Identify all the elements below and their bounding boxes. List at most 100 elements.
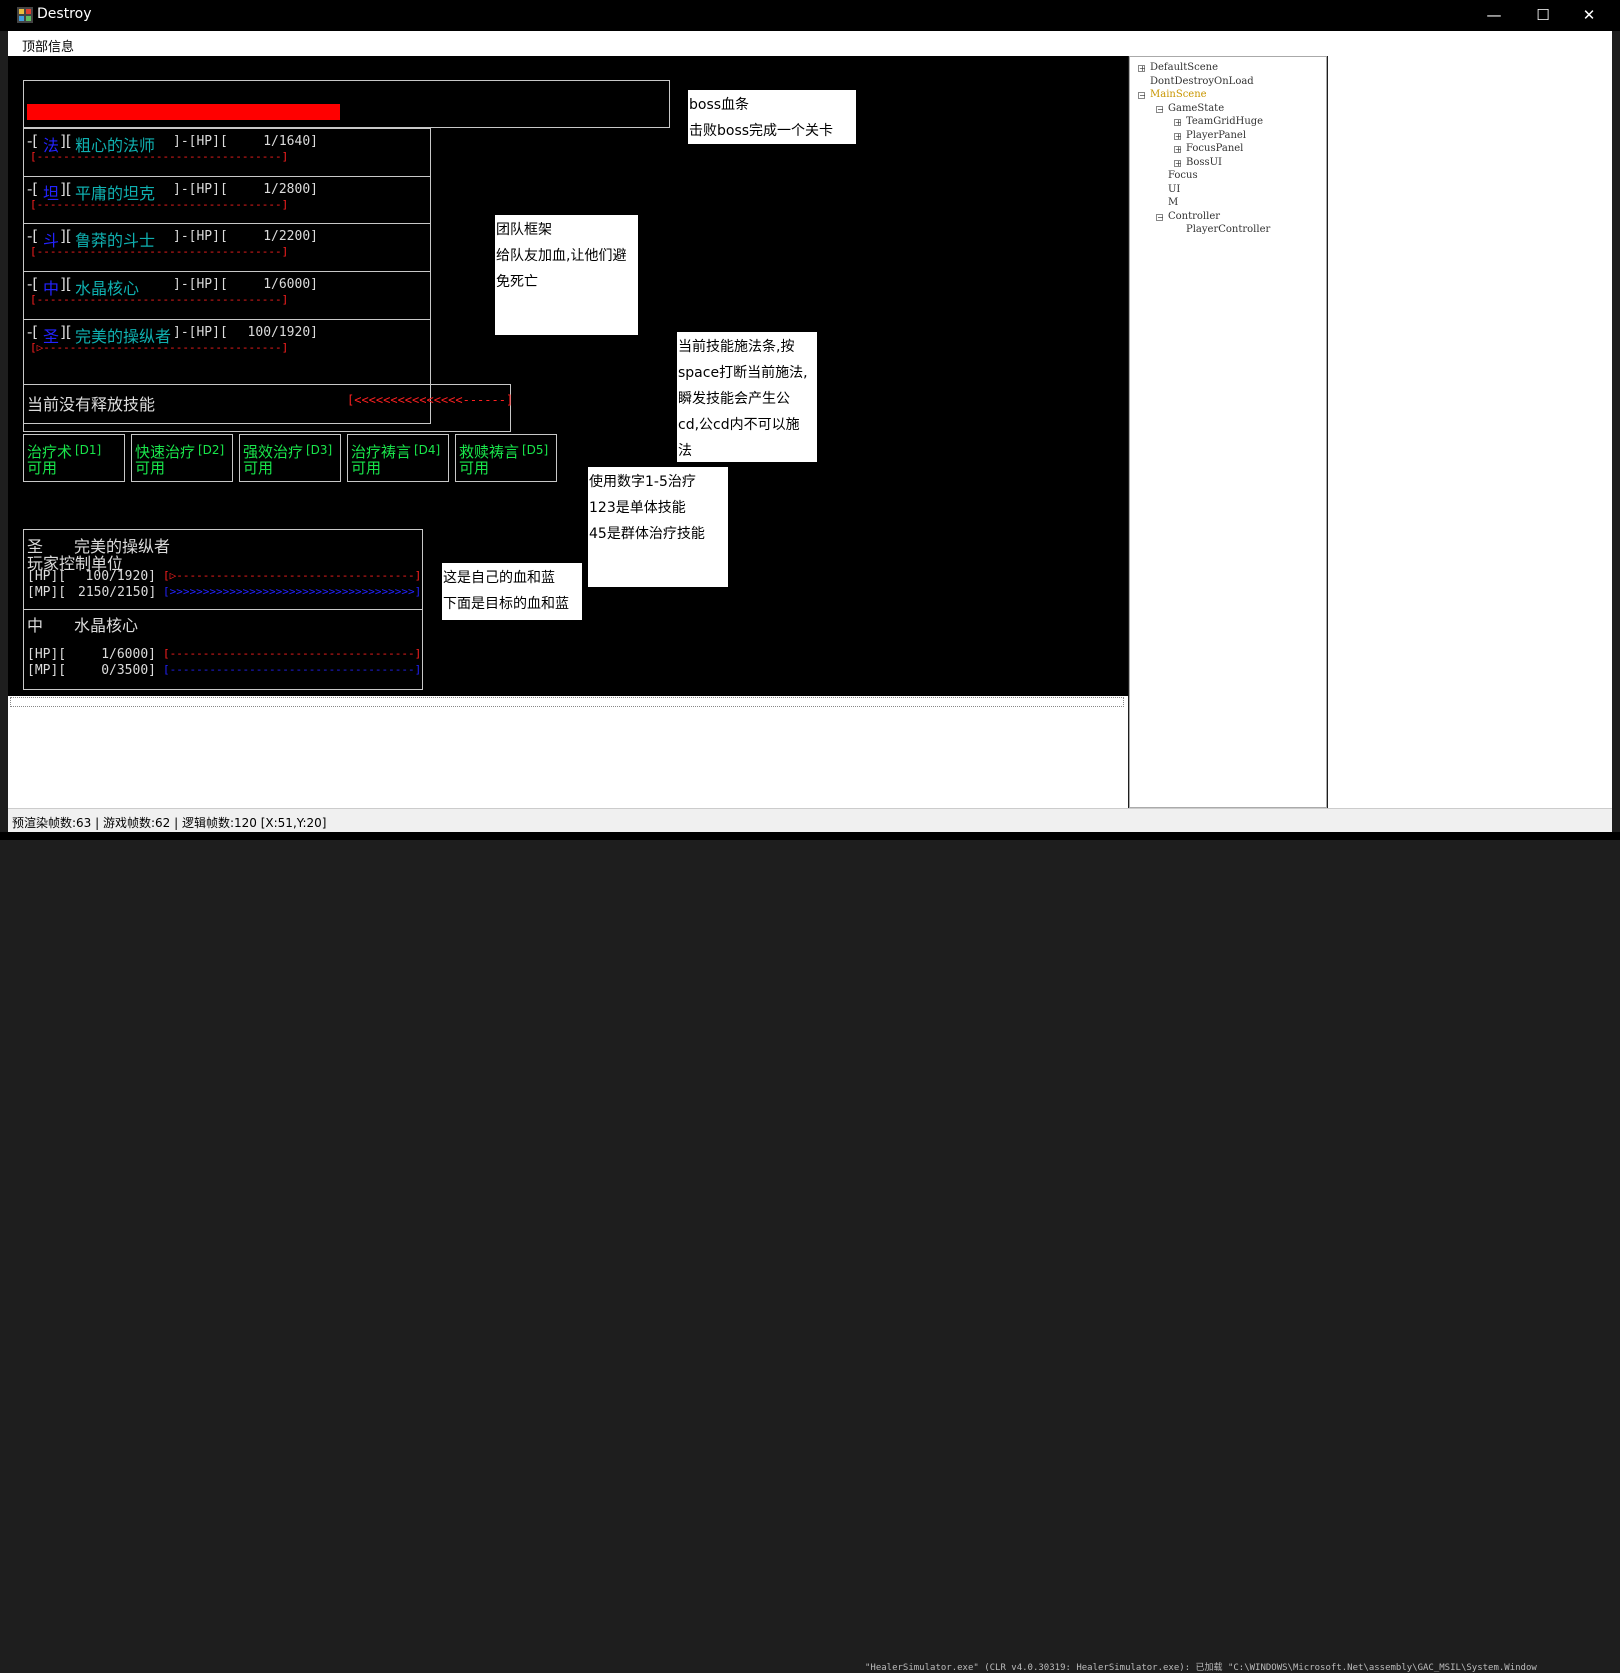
collapse-icon[interactable]: − [1156, 105, 1164, 113]
divider [23, 319, 431, 320]
member-hp-label: ]-[HP][ [173, 134, 228, 149]
minimize-button[interactable]: — [1471, 0, 1517, 31]
tree-node[interactable]: BossUI [1186, 157, 1222, 168]
tree-node[interactable]: FocusPanel [1186, 143, 1243, 154]
tree-node[interactable]: TeamGridHuge [1186, 116, 1263, 127]
member-hp-bar: [-------------------------------------] [30, 245, 289, 258]
skill-key: [D3] [306, 443, 333, 457]
member-hp-value: 100/1920] [247, 325, 318, 340]
console-input-line[interactable] [10, 697, 1124, 707]
member-hp-value: 1/1640] [263, 134, 318, 149]
skill-state: 可用 [459, 459, 490, 477]
cast-bar: [<<<<<<<<<<<<<<<------] [347, 393, 514, 407]
background-log-text: "HealerSimulator.exe" (CLR v4.0.30319: H… [865, 1663, 1537, 1673]
skill-button-3[interactable]: 强效治疗 [D3] 可用 [239, 434, 341, 482]
member-hp-label: ]-[HP][ [173, 325, 228, 340]
skill-state: 可用 [135, 459, 166, 477]
tree-node[interactable]: GameState [1168, 103, 1224, 114]
target-name: 水晶核心 [74, 616, 139, 635]
bracket: -[ [27, 180, 39, 198]
bracket: ][ [60, 275, 72, 293]
note-boss: boss血条 击败boss完成一个关卡 [688, 90, 856, 144]
tree-node[interactable]: PlayerPanel [1186, 130, 1246, 141]
member-hp-bar: [-------------------------------------] [30, 150, 289, 163]
expand-icon[interactable]: + [1174, 159, 1182, 167]
bracket: -[ [27, 132, 39, 150]
self-mp-label: [MP][ [27, 585, 67, 600]
inspector-pane [1328, 56, 1612, 808]
collapse-icon[interactable]: − [1138, 92, 1146, 100]
close-icon: ✕ [1582, 6, 1596, 24]
target-mp-value: 0/3500] [101, 663, 156, 678]
console-output[interactable] [8, 696, 1128, 808]
expand-icon[interactable]: + [1174, 132, 1182, 140]
tree-node[interactable]: DontDestroyOnLoad [1150, 76, 1254, 87]
boss-panel [23, 80, 670, 128]
self-mp-value: 2150/2150] [78, 585, 157, 600]
member-hp-bar: [▷------------------------------------] [30, 341, 289, 354]
status-text: 预渲染帧数:63 | 游戏帧数:62 | 逻辑帧数:120 [X:51,Y:20… [12, 816, 327, 830]
note-cast: 当前技能施法条,按 space打断当前施法, 瞬发技能会产生公 cd,公cd内不… [677, 332, 817, 462]
member-hp-value: 1/2200] [263, 229, 318, 244]
skill-button-2[interactable]: 快速治疗 [D2] 可用 [131, 434, 233, 482]
member-hp-value: 1/6000] [263, 277, 318, 292]
note-skills: 使用数字1-5治疗 123是单体技能 45是群体治疗技能 [588, 467, 728, 587]
self-hp-bar: [▷------------------------------------] [163, 569, 422, 582]
minimize-icon: — [1486, 6, 1502, 24]
skill-key: [D4] [414, 443, 441, 457]
expand-icon[interactable]: + [1174, 119, 1182, 127]
bracket: -[ [27, 323, 39, 341]
bracket: ][ [60, 323, 72, 341]
bracket: ][ [60, 132, 72, 150]
menu-bar: 顶部信息 [8, 31, 1612, 56]
tree-node[interactable]: Controller [1168, 211, 1220, 222]
title-bar[interactable]: Destroy — ☐ ✕ [0, 0, 1620, 31]
tree-node[interactable]: MainScene [1150, 89, 1207, 100]
tree-node[interactable]: PlayerController [1186, 224, 1270, 235]
member-hp-bar: [-------------------------------------] [30, 198, 289, 211]
cast-panel: 当前没有释放技能 [<<<<<<<<<<<<<<<------] [23, 384, 514, 432]
skill-button-5[interactable]: 救赎祷言 [D5] 可用 [455, 434, 557, 482]
member-hp-label: ]-[HP][ [173, 229, 228, 244]
divider [23, 176, 431, 177]
scene-tree[interactable]: + DefaultScene DontDestroyOnLoad − MainScene… [1129, 56, 1327, 808]
target-mp-bar: [-------------------------------------] [163, 663, 422, 676]
tree-node[interactable]: UI [1168, 184, 1180, 195]
bracket: -[ [27, 227, 39, 245]
note-team: 团队框架 给队友加血,让他们避 免死亡 [495, 215, 638, 335]
skill-state: 可用 [27, 459, 58, 477]
member-hp-bar: [-------------------------------------] [30, 293, 289, 306]
target-hp-value: 1/6000] [101, 647, 156, 662]
menu-item-top-info[interactable]: 顶部信息 [22, 36, 74, 55]
boss-hp-bar [27, 104, 340, 120]
member-hp-value: 1/2800] [263, 182, 318, 197]
target-mp-label: [MP][ [27, 663, 67, 678]
target-hp-bar: [-------------------------------------] [163, 647, 422, 660]
maximize-button[interactable]: ☐ [1520, 0, 1566, 31]
game-console: -[法][粗心的法师]-[HP][1/1640] [---------------… [8, 56, 1128, 696]
target-role: 中 [27, 616, 44, 635]
bracket: ][ [60, 180, 72, 198]
divider [23, 223, 431, 224]
app-icon [17, 7, 33, 23]
self-hp-label: [HP][ [27, 569, 67, 584]
skill-key: [D1] [75, 443, 102, 457]
skill-button-4[interactable]: 治疗祷言 [D4] 可用 [347, 434, 449, 482]
divider [23, 609, 423, 610]
tree-node[interactable]: M [1168, 197, 1178, 208]
window-title: Destroy [37, 6, 92, 22]
divider [23, 271, 431, 272]
cast-status: 当前没有释放技能 [27, 395, 156, 414]
maximize-icon: ☐ [1536, 6, 1550, 24]
expand-icon[interactable]: + [1138, 65, 1146, 73]
tree-node[interactable]: Focus [1168, 170, 1198, 181]
close-button[interactable]: ✕ [1566, 0, 1612, 31]
member-hp-label: ]-[HP][ [173, 277, 228, 292]
status-bar: 预渲染帧数:63 | 游戏帧数:62 | 逻辑帧数:120 [X:51,Y:20… [8, 808, 1612, 833]
skill-key: [D5] [522, 443, 549, 457]
tree-node[interactable]: DefaultScene [1150, 62, 1218, 73]
expand-icon[interactable]: + [1174, 146, 1182, 154]
bracket: ][ [60, 227, 72, 245]
skill-button-1[interactable]: 治疗术 [D1] 可用 [23, 434, 125, 482]
collapse-icon[interactable]: − [1156, 213, 1164, 221]
